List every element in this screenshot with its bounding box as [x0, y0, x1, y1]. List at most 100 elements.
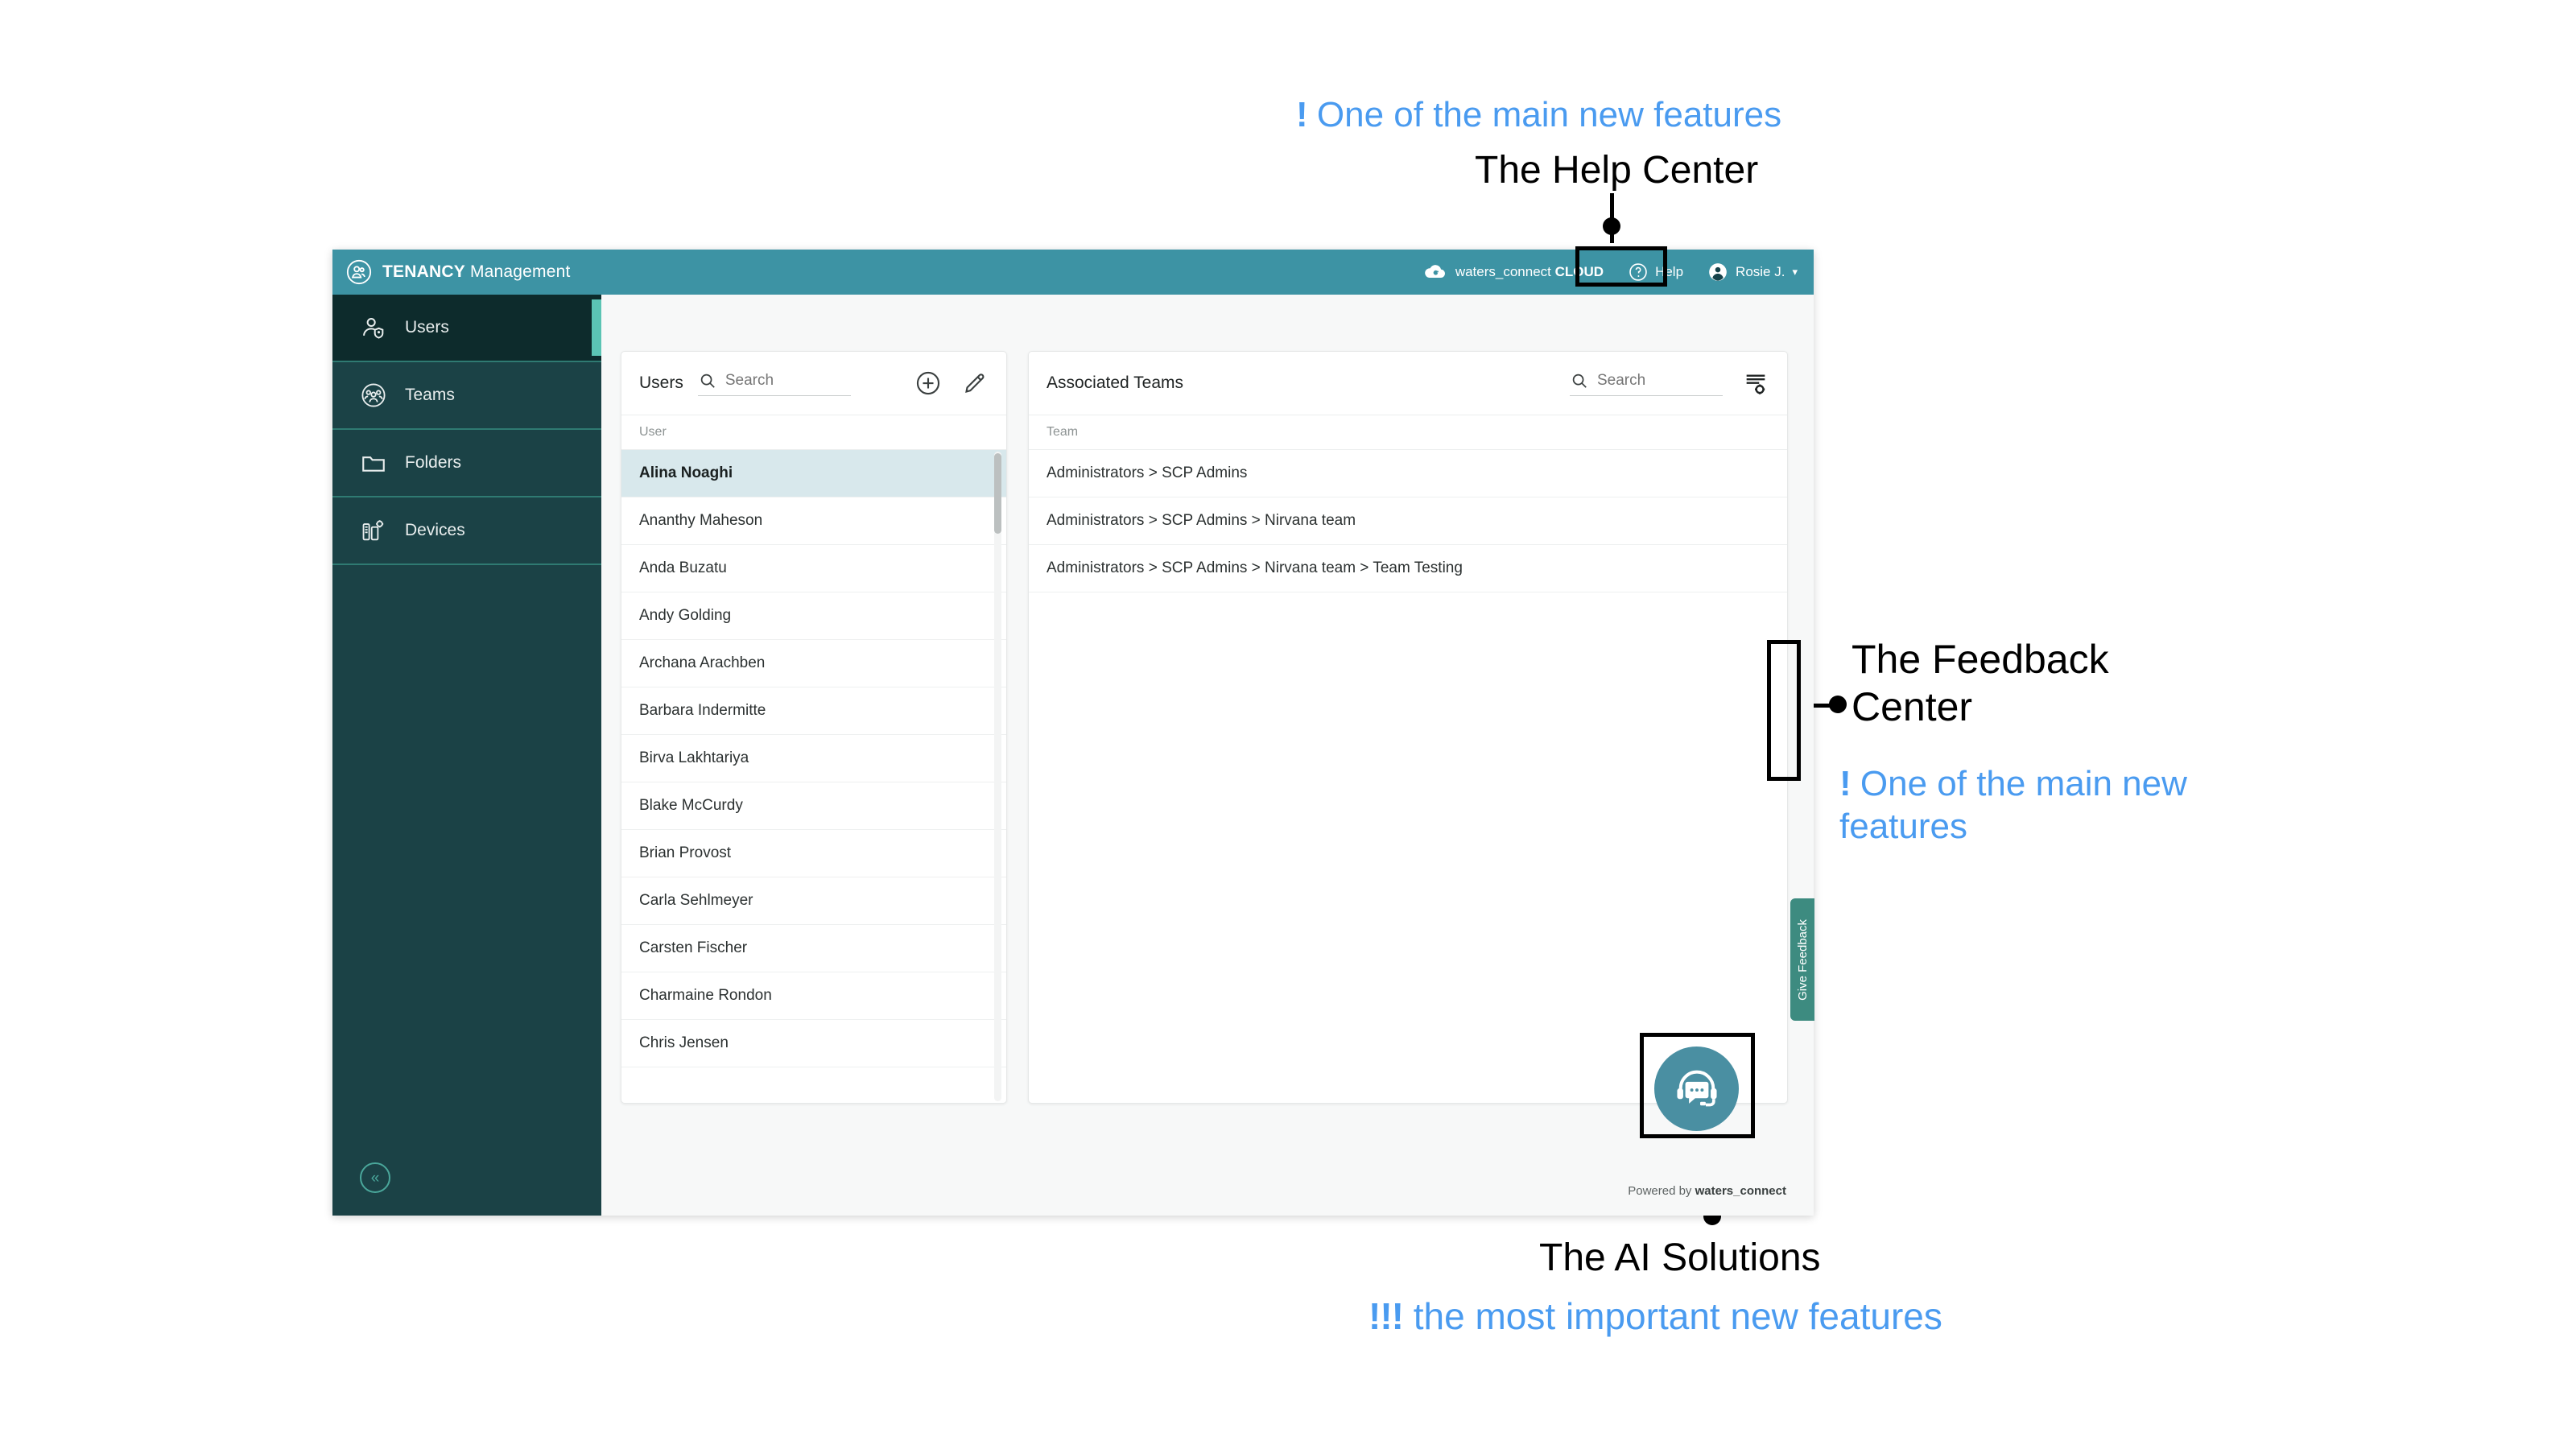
user-row[interactable]: Ananthy Maheson: [621, 497, 1006, 545]
cloud-icon: [1425, 265, 1445, 279]
users-search[interactable]: [697, 371, 851, 396]
tenancy-users-icon: [346, 259, 372, 285]
highlight-box-feedback: [1767, 640, 1801, 781]
user-row-name: Carla Sehlmeyer: [639, 892, 753, 909]
users-rows: Alina Noaghi Ananthy Maheson Anda Buzatu An…: [621, 450, 1006, 1067]
user-row-name: Archana Arachben: [639, 654, 766, 671]
annotation-help-bang: !: [1296, 95, 1308, 134]
give-feedback-tab[interactable]: Give Feedback: [1790, 898, 1814, 1021]
brand-title-light: Management: [464, 262, 571, 281]
teams-panel: Associated Teams Search Team Administrat…: [1028, 351, 1788, 1104]
users-panel-title: Users: [639, 374, 683, 392]
sidebar-item-devices[interactable]: Devices: [332, 497, 601, 565]
team-row-name: Administrators > SCP Admins: [1046, 464, 1248, 481]
folder-icon: [362, 456, 385, 472]
search-icon: [1572, 374, 1587, 388]
user-row[interactable]: Carsten Fischer: [621, 925, 1006, 972]
cloud-label-light: waters_connect: [1455, 264, 1555, 279]
brand-title-bold: TENANCY: [382, 262, 465, 281]
user-row-name: Barbara Indermitte: [639, 702, 766, 719]
sidebar-item-folders[interactable]: Folders: [332, 430, 601, 497]
users-panel-header: Users: [621, 352, 1006, 415]
search-icon: [700, 374, 715, 388]
users-scrollbar-thumb[interactable]: [994, 453, 1001, 534]
teams-panel-title: Associated Teams: [1046, 374, 1184, 392]
sidebar-collapse-button[interactable]: «: [360, 1162, 390, 1193]
user-row-name: Birva Lakhtariya: [639, 749, 749, 766]
user-menu[interactable]: Rosie J. ▾: [1707, 262, 1798, 283]
user-row-name: Andy Golding: [639, 607, 732, 624]
leader-dot-help: [1603, 217, 1620, 235]
sidebar-item-teams[interactable]: Teams: [332, 362, 601, 430]
footer-prefix: Powered by: [1628, 1184, 1695, 1198]
users-column-header: User: [621, 415, 1006, 450]
user-row[interactable]: Chris Jensen: [621, 1020, 1006, 1067]
team-row-name: Administrators > SCP Admins > Nirvana te…: [1046, 559, 1463, 576]
teams-search[interactable]: [1570, 371, 1723, 396]
list-settings-icon[interactable]: [1742, 369, 1769, 397]
users-list[interactable]: Alina Noaghi Ananthy Maheson Anda Buzatu An…: [621, 450, 1006, 1103]
user-row-name: Ananthy Maheson: [639, 512, 763, 529]
main-content: Users Search User Alina Noaghi Ananthy M…: [601, 295, 1814, 1216]
application-window: TENANCY Management waters_connect CLOUD: [332, 250, 1814, 1216]
pencil-icon[interactable]: [961, 369, 989, 397]
user-row-name: Charmaine Rondon: [639, 987, 772, 1004]
team-row[interactable]: Administrators > SCP Admins > Nirvana te…: [1029, 497, 1787, 545]
user-row[interactable]: Andy Golding: [621, 592, 1006, 640]
users-search-input[interactable]: [724, 371, 846, 390]
brand-title: TENANCY Management: [382, 262, 571, 282]
team-row-name: Administrators > SCP Admins > Nirvana te…: [1046, 512, 1356, 529]
annotation-ai-blue-text: the most important new features: [1413, 1295, 1942, 1337]
team-row[interactable]: Administrators > SCP Admins: [1029, 450, 1787, 497]
annotation-help-subtitle: ! One of the main new features: [1296, 95, 1781, 135]
teams-list: Administrators > SCP Admins Administrator…: [1029, 450, 1787, 1103]
highlight-box-help: [1575, 246, 1667, 287]
team-row[interactable]: Administrators > SCP Admins > Nirvana te…: [1029, 545, 1787, 592]
user-row[interactable]: Birva Lakhtariya: [621, 735, 1006, 782]
annotation-feedback-title: The Feedback Center: [1852, 637, 2109, 729]
sidebar-collapse-wrap: «: [332, 1162, 601, 1216]
sidebar-item-teams-label: Teams: [405, 386, 455, 404]
annotation-ai-subtitle: !!! the most important new features: [1368, 1294, 1942, 1338]
sidebar-item-users[interactable]: Users: [332, 295, 601, 362]
user-row-name: Alina Noaghi: [639, 464, 733, 481]
annotation-feedback-blue-text: One of the main new features: [1839, 764, 2187, 846]
user-row[interactable]: Blake McCurdy: [621, 782, 1006, 830]
devices-gear-icon: [362, 520, 384, 541]
annotation-feedback-subtitle: ! One of the main new features: [1839, 763, 2218, 848]
team-circle-icon: [361, 383, 386, 407]
leader-dot-feedback: [1829, 696, 1847, 713]
user-row[interactable]: Brian Provost: [621, 830, 1006, 877]
annotation-help-blue-text: One of the main new features: [1316, 95, 1782, 134]
sidebar-item-devices-label: Devices: [405, 521, 465, 539]
sidebar-item-users-label: Users: [405, 318, 449, 336]
user-row[interactable]: Barbara Indermitte: [621, 687, 1006, 735]
user-row-name: Brian Provost: [639, 844, 732, 861]
teams-search-input[interactable]: [1597, 371, 1718, 390]
give-feedback-label: Give Feedback: [1795, 919, 1810, 1001]
chevron-double-left-icon: «: [370, 1169, 380, 1187]
brand-logo: TENANCY Management: [345, 258, 571, 286]
user-row[interactable]: Carla Sehlmeyer: [621, 877, 1006, 925]
teams-column-header: Team: [1029, 415, 1787, 450]
teams-rows: Administrators > SCP Admins Administrator…: [1029, 450, 1787, 592]
screenshot-stage: ! One of the main new features The Help …: [0, 0, 2576, 1449]
user-row[interactable]: Alina Noaghi: [621, 450, 1006, 497]
panels-container: Users Search User Alina Noaghi Ananthy M…: [621, 351, 1788, 1104]
user-row-name: Chris Jensen: [639, 1034, 729, 1051]
user-row[interactable]: Charmaine Rondon: [621, 972, 1006, 1020]
user-menu-name: Rosie J.: [1736, 264, 1785, 279]
chevron-down-icon: ▾: [1792, 266, 1798, 278]
annotation-feedback-bang: !: [1839, 764, 1852, 803]
user-row[interactable]: Anda Buzatu: [621, 545, 1006, 592]
plus-circle-icon[interactable]: [914, 369, 942, 397]
users-scrollbar-track[interactable]: [994, 452, 1001, 1101]
teams-panel-header: Associated Teams: [1029, 352, 1787, 415]
annotation-help-title: The Help Center: [1475, 149, 1759, 192]
sidebar-nav: Users Teams Folders Devices «: [332, 295, 601, 1216]
users-panel-actions: [914, 369, 989, 397]
users-panel: Users Search User Alina Noaghi Ananthy M…: [621, 351, 1007, 1104]
user-row[interactable]: Archana Arachben: [621, 640, 1006, 687]
highlight-box-ai: [1640, 1033, 1755, 1138]
user-shield-icon: [363, 317, 384, 339]
